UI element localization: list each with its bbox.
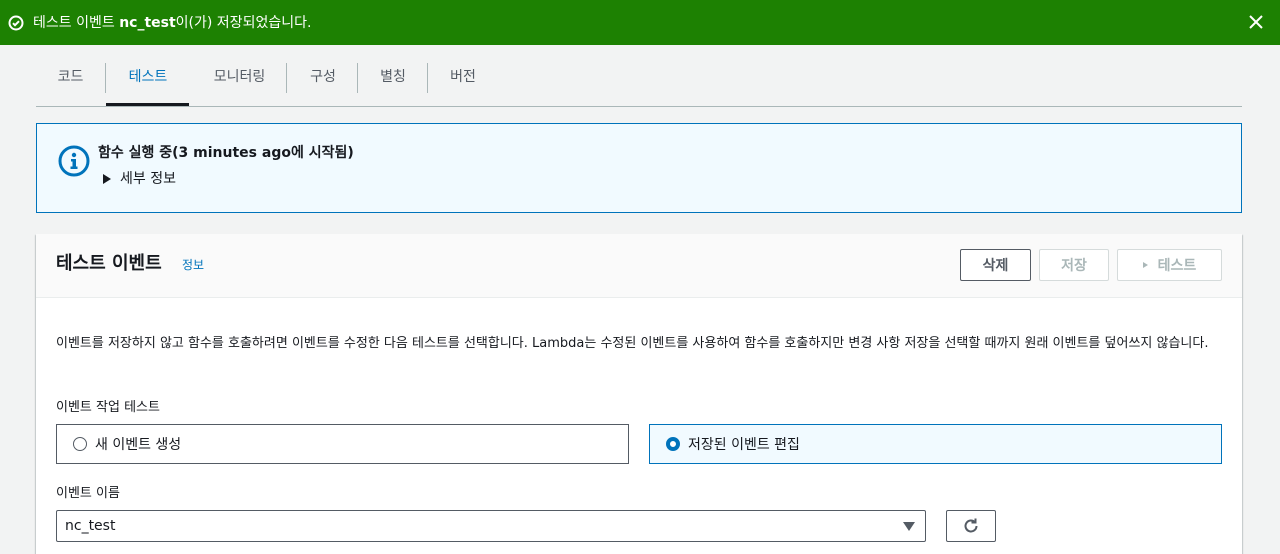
panel-title: 테스트 이벤트 [56,253,162,274]
delete-button[interactable]: 삭제 [960,249,1031,281]
tab-divider [286,63,287,93]
event-name-value: nc_test [65,518,116,534]
panel-header: 테스트 이벤트 정보 삭제 저장 테스트 [36,234,1242,298]
tab-divider [105,63,106,93]
edit-saved-event-option[interactable]: 저장된 이벤트 편집 [649,424,1222,464]
active-tab-indicator [106,103,189,106]
close-icon[interactable] [1246,12,1266,32]
info-link[interactable]: 정보 [182,256,204,274]
panel-description: 이벤트를 저장하지 않고 함수를 호출하려면 이벤트를 수정한 다음 테스트를 … [56,336,1209,351]
details-expander[interactable]: 세부 정보 [103,169,176,189]
play-icon [1142,262,1148,268]
tab-versions[interactable]: 버전 [438,63,488,93]
success-flashbar: 테스트 이벤트 nc_test이(가) 저장되었습니다. [0,0,1280,45]
edit-saved-event-label: 저장된 이벤트 편집 [688,437,800,453]
save-button[interactable]: 저장 [1039,249,1109,281]
info-icon [58,145,90,177]
create-new-event-label: 새 이벤트 생성 [95,437,182,453]
radio-edit-saved-event[interactable] [666,437,680,451]
function-tabs: 코드 테스트 모니터링 구성 별칭 버전 [36,45,1242,107]
caret-down-icon [903,522,915,531]
tab-aliases[interactable]: 별칭 [368,63,418,93]
test-event-action-label: 이벤트 작업 테스트 [56,400,160,415]
function-running-alert: 함수 실행 중(3 minutes ago에 시작됨) 세부 정보 [36,123,1242,213]
details-label: 세부 정보 [120,171,176,187]
tab-divider [357,63,358,93]
tab-code[interactable]: 코드 [44,63,97,93]
refresh-button[interactable] [946,510,996,542]
radio-new-event[interactable] [73,437,87,451]
test-button[interactable]: 테스트 [1117,249,1222,281]
test-event-panel: 테스트 이벤트 정보 삭제 저장 테스트 이벤트를 저장하지 않고 함수를 호출… [36,234,1242,554]
event-name-label: 이벤트 이름 [56,486,120,501]
flash-event-name: nc_test [119,14,176,31]
alert-title: 함수 실행 중(3 minutes ago에 시작됨) [98,145,354,161]
flash-message: 테스트 이벤트 nc_test이(가) 저장되었습니다. [33,14,312,31]
tab-test[interactable]: 테스트 [113,63,183,93]
tab-divider [427,63,428,93]
event-name-select[interactable]: nc_test [56,510,926,542]
create-new-event-option[interactable]: 새 이벤트 생성 [56,424,629,464]
caret-right-icon [103,174,111,184]
test-button-label: 테스트 [1157,258,1197,274]
check-circle-icon [8,15,24,31]
refresh-icon [964,518,978,533]
tab-configuration[interactable]: 구성 [298,63,348,93]
tab-monitoring[interactable]: 모니터링 [201,63,278,93]
